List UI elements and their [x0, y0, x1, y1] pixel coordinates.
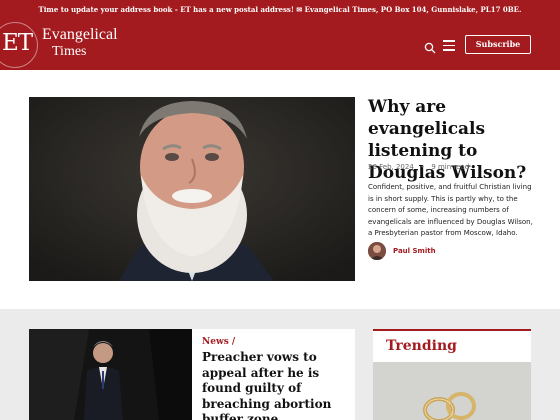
- search-icon[interactable]: [424, 39, 436, 54]
- subscribe-button[interactable]: Subscribe: [465, 35, 531, 54]
- logo-word-times: Times: [52, 44, 87, 59]
- announcement-bar[interactable]: Time to update your address book - ET ha…: [0, 0, 560, 20]
- logo-word-evangelical: Evangelical: [42, 26, 118, 43]
- trending-article-image[interactable]: [373, 362, 531, 420]
- menu-icon[interactable]: [443, 40, 455, 51]
- author-name-link[interactable]: Paul Smith: [393, 247, 436, 255]
- logo-initials: ET: [2, 30, 33, 56]
- site-logo[interactable]: ET Evangelical Times: [0, 20, 130, 70]
- meta-separator: •: [420, 163, 425, 171]
- news-category-link[interactable]: News /: [202, 337, 235, 347]
- hero-article-meta: 26 Feb, 2024 • 9 min read: [368, 163, 469, 171]
- author-avatar[interactable]: [368, 242, 386, 260]
- trending-heading: Trending: [386, 338, 457, 354]
- hero-article-image[interactable]: [29, 97, 355, 281]
- news-article-image[interactable]: [29, 329, 192, 420]
- read-time: 9 min read: [431, 163, 470, 171]
- news-article-title[interactable]: Preacher vows to appeal after he is foun…: [202, 350, 350, 420]
- article-date: 26 Feb, 2024: [368, 163, 414, 171]
- site-header: ET Evangelical Times Subscribe: [0, 20, 560, 70]
- hero-article-excerpt: Confident, positive, and fruitful Christ…: [368, 183, 533, 237]
